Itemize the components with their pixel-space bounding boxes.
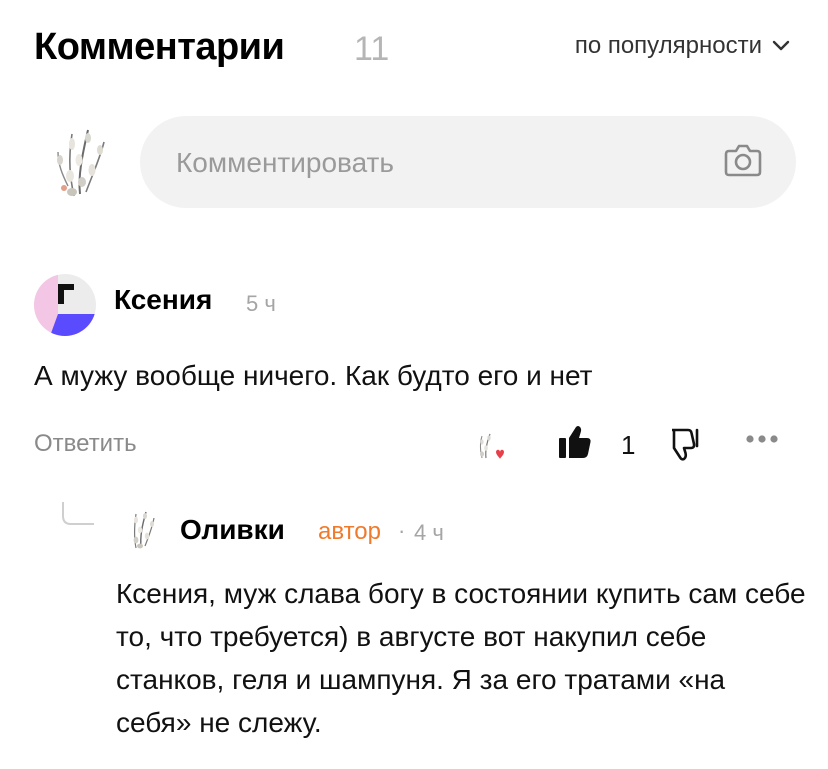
dislike-button[interactable] <box>664 426 700 467</box>
comment-input[interactable]: Комментировать <box>140 116 796 208</box>
comments-count: 11 <box>354 30 390 68</box>
chevron-down-icon <box>772 40 790 52</box>
reply-timestamp: 4 ч <box>414 520 444 545</box>
reply-author-name[interactable]: Оливки <box>180 514 285 546</box>
sort-label: по популярности <box>574 32 762 59</box>
meta-separator: · <box>398 518 406 543</box>
comments-title: Комментарии <box>34 26 285 68</box>
thumbs-down-icon <box>664 428 700 466</box>
like-count: 1 <box>621 430 636 460</box>
comment-timestamp: 5 ч <box>246 291 276 316</box>
reply-text: Ксения, муж слава богу в состоянии купит… <box>116 578 806 738</box>
thread-connector <box>60 500 100 535</box>
current-user-avatar <box>34 116 126 208</box>
commenter-name[interactable]: Ксения <box>114 284 212 316</box>
author-badge: автор <box>318 518 381 545</box>
comments-header: Комментарии 11 по популярности <box>34 22 794 74</box>
author-heart-icon <box>474 430 508 464</box>
comment-input-placeholder: Комментировать <box>176 147 394 178</box>
sort-dropdown[interactable]: по популярности <box>575 32 790 60</box>
more-dots-icon <box>744 432 780 449</box>
like-button[interactable] <box>558 424 592 465</box>
commenter-avatar[interactable] <box>34 274 96 336</box>
more-options-button[interactable] <box>744 432 780 450</box>
thumbs-up-icon <box>558 426 592 464</box>
comment-text: А мужу вообще ничего. Как будто его и не… <box>34 360 593 391</box>
reply-button[interactable]: Ответить <box>34 430 137 458</box>
reply-author-avatar[interactable] <box>116 504 166 554</box>
camera-icon[interactable] <box>724 143 762 182</box>
